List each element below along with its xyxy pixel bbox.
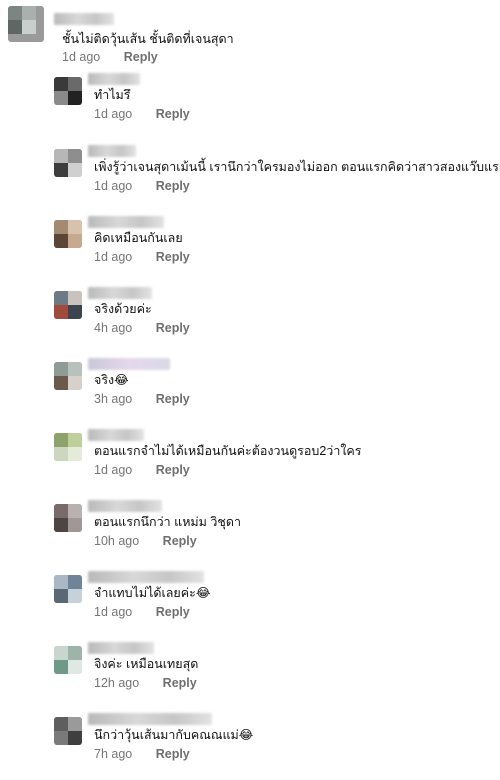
reply-button[interactable]: Reply (156, 605, 190, 619)
comment-age: 4h ago (94, 321, 133, 335)
username-blurred[interactable] (88, 713, 212, 725)
username-blurred[interactable] (88, 358, 170, 370)
username-blurred[interactable] (88, 429, 144, 441)
avatar[interactable] (54, 717, 82, 745)
comment-meta: 1d ago Reply (62, 50, 158, 64)
comment-meta: 10h ago Reply (94, 534, 197, 548)
reply-button[interactable]: Reply (156, 179, 190, 193)
avatar[interactable] (54, 77, 82, 105)
reply-button[interactable]: Reply (156, 392, 190, 406)
comment-meta: 1d ago Reply (94, 179, 190, 193)
comment-age: 1d ago (94, 179, 133, 193)
avatar[interactable] (54, 362, 82, 390)
avatar[interactable] (54, 646, 82, 674)
comment-text: คิดเหมือนกันเลย (94, 231, 183, 245)
avatar[interactable] (54, 575, 82, 603)
reply-button[interactable]: Reply (156, 747, 190, 761)
reply-button[interactable]: Reply (156, 250, 190, 264)
comment-text: ตอนแรกจำไม่ได้เหมือนกันค่ะต้องวนดูรอบ2ว่… (94, 444, 362, 458)
reply-button[interactable]: Reply (163, 676, 197, 690)
comment-meta: 4h ago Reply (94, 321, 190, 335)
reply-button[interactable]: Reply (163, 534, 197, 548)
username-blurred[interactable] (88, 642, 154, 654)
comment-text: จริง😂 (94, 373, 129, 387)
username-blurred[interactable] (88, 287, 152, 299)
avatar[interactable] (54, 504, 82, 532)
comment-text: จำแทบไม่ได้เลยค่ะ😂 (94, 586, 211, 600)
comment-meta: 1d ago Reply (94, 250, 190, 264)
comment-text: นึกว่าวุ้นเส้นมากับคณณแม่😂 (94, 728, 254, 742)
username-blurred[interactable] (88, 571, 204, 583)
comment-age: 10h ago (94, 534, 140, 548)
avatar[interactable] (8, 6, 44, 42)
username-blurred[interactable] (54, 13, 114, 25)
comment-meta: 1d ago Reply (94, 605, 190, 619)
reply-button[interactable]: Reply (156, 321, 190, 335)
avatar[interactable] (54, 220, 82, 248)
avatar[interactable] (54, 149, 82, 177)
comment-text: ชั้นไม่ติดวุ้นเส้น ชั้นติดที่เจนสุดา (62, 32, 234, 46)
comment-age: 7h ago (94, 747, 133, 761)
comment-age: 3h ago (94, 392, 133, 406)
username-blurred[interactable] (88, 500, 162, 512)
avatar[interactable] (54, 433, 82, 461)
comment-age: 1d ago (94, 250, 133, 264)
comment-text: ทำไมรึ (94, 88, 131, 102)
comment-age: 12h ago (94, 676, 140, 690)
username-blurred[interactable] (88, 73, 140, 85)
comment-text: จริงด้วยค่ะ (94, 302, 152, 316)
username-blurred[interactable] (88, 145, 136, 157)
reply-button[interactable]: Reply (156, 107, 190, 121)
comment-text: จิงค่ะ เหมือนเทยสุด (94, 657, 199, 671)
comment-meta: 1d ago Reply (94, 107, 190, 121)
comment-age: 1d ago (94, 463, 133, 477)
username-blurred[interactable] (88, 216, 164, 228)
comment-age: 1d ago (94, 605, 133, 619)
comment-meta: 1d ago Reply (94, 463, 190, 477)
comment-meta: 3h ago Reply (94, 392, 190, 406)
reply-button[interactable]: Reply (124, 50, 158, 64)
reply-button[interactable]: Reply (156, 463, 190, 477)
comment-text: เพิ่งรู้ว่าเจนสุดาเม้นนี้ เรานึกว่าใครมอ… (94, 160, 500, 174)
comment-meta: 7h ago Reply (94, 747, 190, 761)
comment-thread: ชั้นไม่ติดวุ้นเส้น ชั้นติดที่เจนสุดา 1d … (0, 0, 500, 780)
comment-meta: 12h ago Reply (94, 676, 197, 690)
comment-age: 1d ago (62, 50, 101, 64)
comment-text: ตอนแรกนึกว่า แหม่ม วิชุดา (94, 515, 242, 529)
comment-age: 1d ago (94, 107, 133, 121)
avatar[interactable] (54, 291, 82, 319)
